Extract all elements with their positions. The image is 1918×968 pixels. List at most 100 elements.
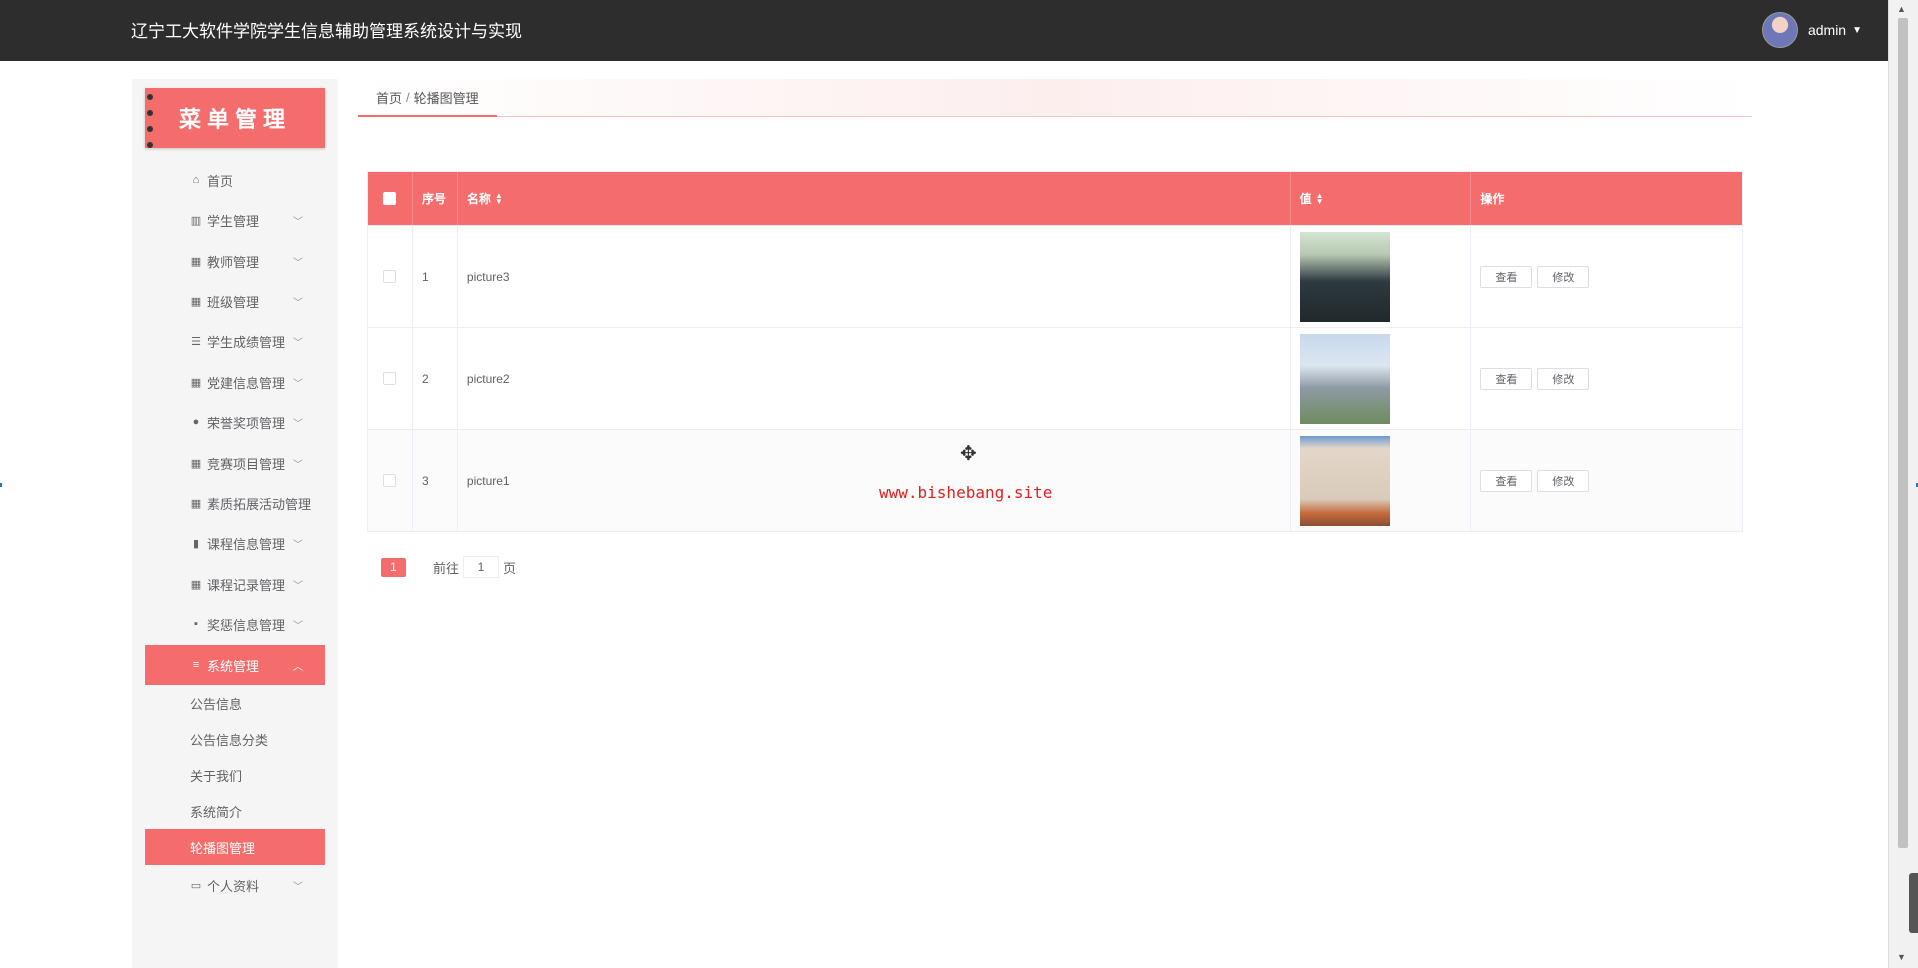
column-header-value[interactable]: 值 ▲ ▼ — [1291, 172, 1472, 225]
menu-banner: 菜单管理 — [145, 88, 325, 148]
sort-icon[interactable]: ▲ ▼ — [495, 191, 503, 205]
sidebar-item-honors[interactable]: ● 荣誉奖项管理 ﹀ — [145, 402, 325, 442]
banner-binding-holes — [147, 94, 153, 148]
chevron-up-icon: ︿ — [293, 661, 303, 673]
username[interactable]: admin — [1808, 22, 1846, 38]
sidebar-item-label: 荣誉奖项管理 — [207, 415, 286, 431]
grid-icon: ▦ — [190, 457, 202, 470]
sort-icon[interactable]: ▲ ▼ — [1316, 191, 1324, 205]
sidebar-item-courses[interactable]: ▮ 课程信息管理 ﹀ — [145, 523, 325, 563]
column-header-action: 操作 — [1480, 192, 1505, 206]
sidebar-subitem-carousel[interactable]: 轮播图管理 — [145, 829, 325, 865]
row-actions: 查看 修改 — [1471, 430, 1742, 531]
sidebar-item-label: 奖惩信息管理 — [207, 617, 286, 633]
breadcrumb-current: 轮播图管理 — [413, 90, 479, 106]
row-index: 1 — [413, 226, 458, 327]
edit-button[interactable]: 修改 — [1537, 265, 1590, 288]
chevron-down-icon: ﹀ — [293, 418, 303, 430]
grid-icon: ▦ — [190, 295, 202, 308]
sidebar-item-label: 党建信息管理 — [207, 375, 286, 391]
side-panel-tab[interactable] — [1909, 873, 1918, 933]
row-select-cell — [368, 226, 413, 327]
breadcrumb-home[interactable]: 首页 — [376, 88, 402, 107]
goto-page-input[interactable]: 1 — [463, 556, 500, 578]
table-header: 序号 名称 ▲ ▼ 值 ▲ ▼ 操作 — [368, 172, 1742, 225]
app-title: 辽宁工大软件学院学生信息辅助管理系统设计与实现 — [131, 22, 522, 41]
sliders-icon: ☰ — [191, 335, 201, 348]
location-icon: ● — [192, 416, 200, 428]
chevron-down-icon: ﹀ — [293, 257, 303, 269]
carousel-image-thumbnail — [1299, 231, 1390, 322]
pagination: 1 前往 1 页 — [381, 556, 516, 578]
row-name: picture2 — [458, 328, 1291, 429]
sidebar-item-competitions[interactable]: ▦ 竞赛项目管理 ﹀ — [145, 443, 325, 483]
sidebar-item-label: 班级管理 — [207, 294, 260, 310]
sidebar-item-grades[interactable]: ☰ 学生成绩管理 ﹀ — [145, 321, 325, 361]
sidebar-item-label: 课程信息管理 — [207, 536, 286, 552]
carousel-image-thumbnail — [1299, 333, 1390, 424]
edit-button[interactable]: 修改 — [1537, 367, 1590, 390]
sidebar-subitem-notice-categories[interactable]: 公告信息分类 — [145, 721, 325, 757]
row-select-cell — [368, 430, 413, 531]
sidebar-item-activities[interactable]: ▦ 素质拓展活动管理 — [145, 483, 325, 523]
sidebar-item-teachers[interactable]: ▦ 教师管理 ﹀ — [145, 241, 325, 281]
row-select-cell — [368, 328, 413, 429]
row-checkbox[interactable] — [383, 474, 397, 487]
row-value — [1291, 430, 1472, 531]
view-button[interactable]: 查看 — [1480, 265, 1533, 288]
edge-marker-left — [0, 483, 2, 487]
sidebar-item-system[interactable]: ≡ 系统管理 ︿ — [145, 645, 325, 685]
row-value — [1291, 226, 1472, 327]
select-all-checkbox[interactable] — [383, 192, 397, 205]
breadcrumb-bar — [358, 79, 1752, 117]
sidebar-subitem-about[interactable]: 关于我们 — [145, 757, 325, 793]
sidebar-subitem-system-intro[interactable]: 系统简介 — [145, 793, 325, 829]
row-index: 3 — [413, 430, 458, 531]
sidebar-item-students[interactable]: ▥ 学生管理 ﹀ — [145, 200, 325, 240]
menu-banner-title: 菜单管理 — [178, 107, 291, 133]
chevron-down-icon: ﹀ — [293, 297, 303, 309]
user-menu[interactable]: admin ▼ — [1761, 12, 1862, 48]
scroll-down-arrow-icon[interactable]: ▼ — [1897, 952, 1906, 962]
table-row: 1 picture3 查看 修改 — [368, 225, 1742, 327]
row-actions: 查看 修改 — [1471, 226, 1742, 327]
carousel-table: 序号 名称 ▲ ▼ 值 ▲ ▼ 操作 1 picture3 查看 修改 2 pict… — [367, 171, 1743, 532]
sidebar-subitem-notices[interactable]: 公告信息 — [145, 685, 325, 721]
row-checkbox[interactable] — [383, 270, 397, 283]
breadcrumb-separator: / — [406, 89, 410, 105]
grid-icon: ▦ — [190, 376, 202, 389]
caret-down-icon[interactable]: ▼ — [1852, 25, 1862, 36]
book-icon: ▥ — [190, 214, 202, 227]
sidebar-item-classes[interactable]: ▦ 班级管理 ﹀ — [145, 281, 325, 321]
grid-icon: ▦ — [190, 578, 202, 591]
avatar[interactable] — [1761, 12, 1798, 48]
page-number-current[interactable]: 1 — [381, 557, 406, 577]
column-header-name[interactable]: 名称 ▲ ▼ — [458, 172, 1291, 225]
sidebar-item-label: 竞赛项目管理 — [207, 456, 286, 472]
edit-button[interactable]: 修改 — [1537, 469, 1590, 492]
chevron-down-icon: ﹀ — [293, 216, 303, 228]
sidebar-item-home[interactable]: ⌂ 首页 — [145, 160, 325, 200]
chevron-down-icon: ﹀ — [293, 459, 303, 471]
sidebar-item-course-records[interactable]: ▦ 课程记录管理 ﹀ — [145, 564, 325, 604]
scrollbar-thumb[interactable] — [1898, 18, 1908, 848]
sidebar-item-profile[interactable]: ▭ 个人资料 ﹀ — [145, 865, 325, 905]
sidebar-item-party[interactable]: ▦ 党建信息管理 ﹀ — [145, 362, 325, 402]
row-value — [1291, 328, 1472, 429]
goto-label: 前往 — [433, 560, 460, 576]
row-actions: 查看 修改 — [1471, 328, 1742, 429]
sidebar-item-label: 素质拓展活动管理 — [207, 496, 312, 512]
chevron-down-icon: ﹀ — [293, 881, 303, 893]
select-all-cell — [368, 172, 413, 225]
view-button[interactable]: 查看 — [1480, 367, 1533, 390]
page-suffix: 页 — [503, 560, 517, 576]
view-button[interactable]: 查看 — [1480, 469, 1533, 492]
sidebar-item-label: 学生管理 — [207, 213, 260, 229]
carousel-image-thumbnail — [1299, 435, 1390, 526]
scroll-up-arrow-icon[interactable]: ▲ — [1897, 4, 1906, 14]
sidebar-item-rewards[interactable]: ▪ 奖惩信息管理 ﹀ — [145, 604, 325, 644]
column-header-name-label: 名称 — [466, 192, 491, 206]
row-checkbox[interactable] — [383, 372, 397, 385]
grid-icon: ▦ — [190, 497, 202, 510]
sidebar-item-label: 系统管理 — [207, 658, 260, 674]
